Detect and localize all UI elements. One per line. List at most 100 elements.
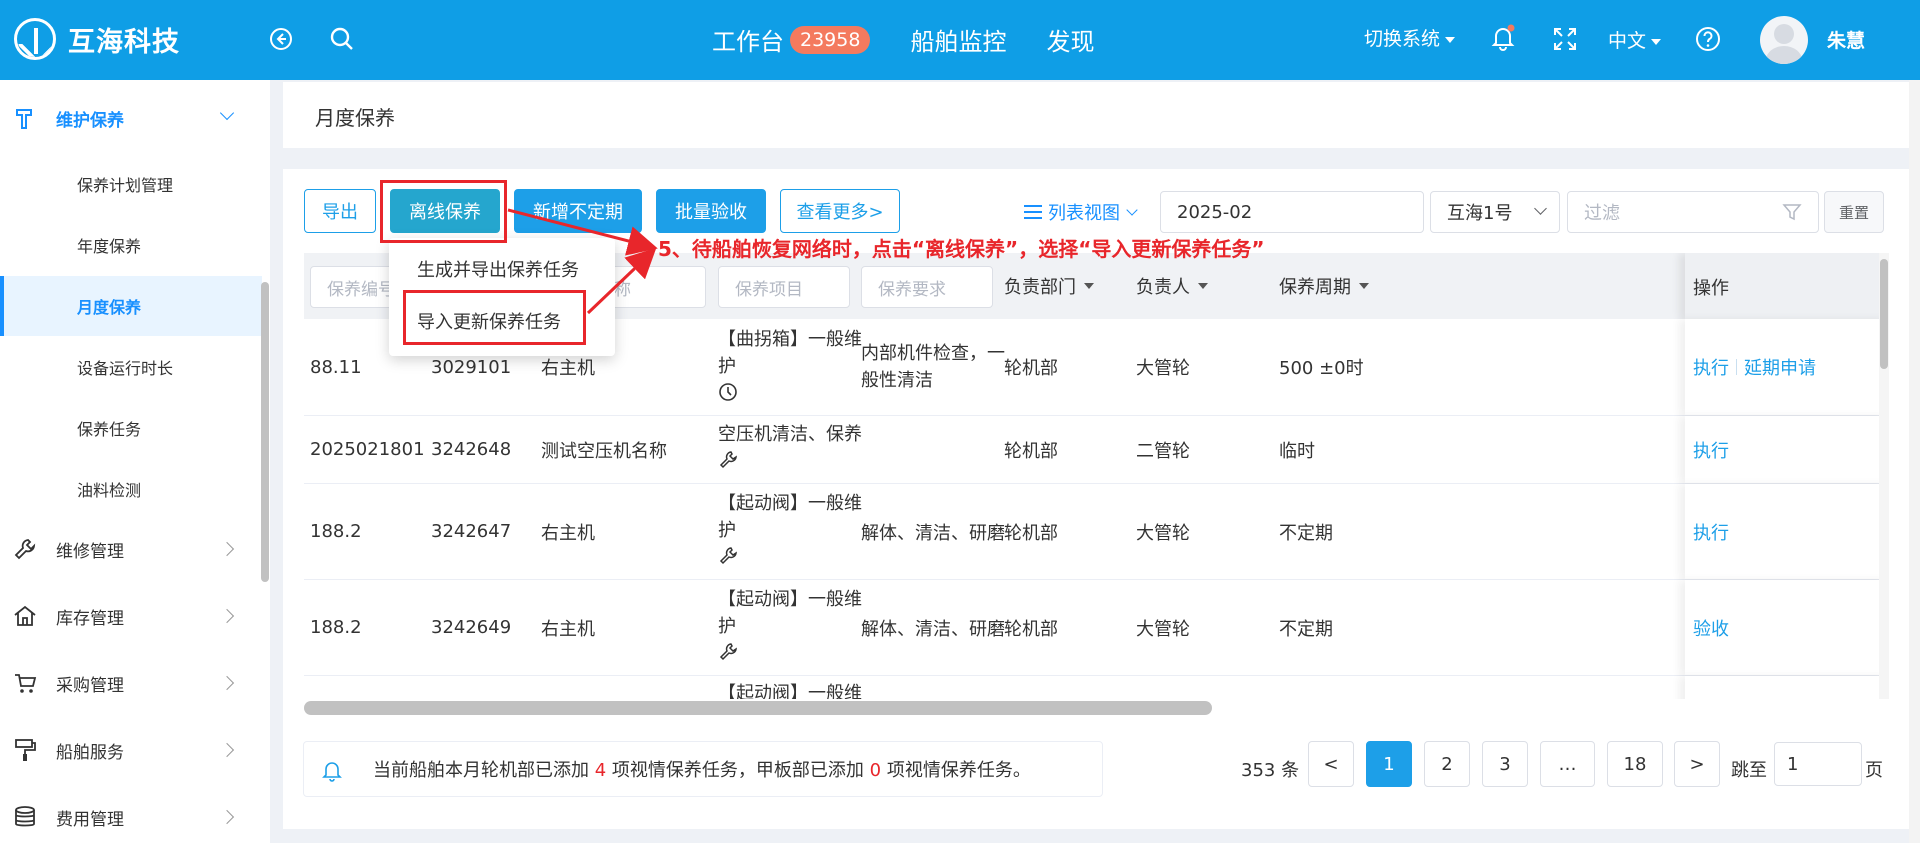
- language-label: 中文: [1608, 30, 1647, 52]
- prev-page-button[interactable]: <: [1308, 741, 1354, 787]
- fullscreen-icon[interactable]: [1550, 24, 1580, 54]
- owner-cell: 大管轮: [1136, 618, 1190, 640]
- dept-column-header[interactable]: 负责部门: [1004, 273, 1094, 299]
- chevron-right-icon: [219, 541, 235, 557]
- ship-select[interactable]: 互海1号: [1430, 191, 1560, 233]
- execute-link[interactable]: 执行: [1693, 519, 1729, 545]
- code-cell: 3242648: [431, 439, 512, 460]
- language-dropdown[interactable]: 中文: [1608, 26, 1662, 53]
- avatar[interactable]: [1760, 16, 1808, 64]
- page-button[interactable]: 18: [1607, 741, 1663, 787]
- page-ellipsis-button[interactable]: …: [1540, 741, 1595, 787]
- sidebar-group-maintenance[interactable]: 维护保养: [0, 84, 262, 152]
- workbench-badge: 23958: [790, 25, 871, 54]
- sidebar: 维护保养 保养计划管理 年度保养 月度保养 设备运行时长 保养任务 油料检测 维…: [0, 80, 270, 843]
- item-line: 【起动阀】一般维: [718, 589, 862, 610]
- help-icon[interactable]: [1693, 24, 1723, 54]
- chevron-right-icon: [219, 608, 235, 624]
- view-mode-dropdown[interactable]: 列表视图: [1024, 199, 1138, 225]
- cycle-cell: 500 ±0时: [1279, 358, 1364, 379]
- nav-ship-monitor[interactable]: 船舶监控: [910, 22, 1006, 57]
- scrollbar-thumb[interactable]: [304, 701, 1212, 715]
- paint-roller-icon: [15, 739, 36, 761]
- chevron-right-icon: [219, 675, 235, 691]
- sidebar-item-monthly[interactable]: 月度保养: [0, 276, 262, 336]
- sidebar-item-plan-management[interactable]: 保养计划管理: [0, 154, 262, 214]
- sidebar-item-run-hours[interactable]: 设备运行时长: [0, 337, 262, 397]
- accept-link[interactable]: 验收: [1693, 615, 1729, 641]
- operation-cell: 执行: [1685, 416, 1889, 483]
- extension-request-link[interactable]: 延期申请: [1744, 354, 1816, 380]
- logo[interactable]: 互海科技: [14, 18, 180, 60]
- nav-workbench[interactable]: 工作台 23958: [712, 22, 871, 57]
- page-button[interactable]: 2: [1424, 741, 1470, 787]
- table-row[interactable]: 188.2 3242647 右主机 【起动阀】一般维 护 解体、清洁、研磨 轮机…: [304, 484, 1889, 580]
- dept-cell: 轮机部: [1004, 440, 1058, 462]
- view-more-button[interactable]: 查看更多>: [780, 189, 900, 233]
- page-unit-label: 页: [1865, 760, 1883, 781]
- equipment-cell: 右主机: [541, 522, 595, 544]
- cycle-cell: 不定期: [1279, 618, 1333, 640]
- table-row[interactable]: 188.2 3242649 右主机 【起动阀】一般维 护 解体、清洁、研磨 轮机…: [304, 580, 1889, 676]
- top-bar: 互海科技 工作台 23958 船舶监控 发现 切换系统 中文 朱慧: [0, 0, 1920, 80]
- separator: [1736, 359, 1737, 375]
- execute-link[interactable]: 执行: [1693, 437, 1729, 463]
- month-picker[interactable]: 2025-02: [1160, 191, 1424, 233]
- sidebar-item-annual[interactable]: 年度保养: [0, 215, 262, 275]
- back-circle-icon[interactable]: [266, 24, 296, 54]
- filter-icon[interactable]: [1782, 202, 1802, 222]
- maintenance-requirement-filter[interactable]: 保养要求: [861, 266, 993, 308]
- cycle-cell: 临时: [1279, 440, 1315, 462]
- sort-down-icon: [1359, 283, 1369, 289]
- menu-item-generate-export[interactable]: 生成并导出保养任务: [389, 244, 615, 294]
- requirement-line: 般性清洁: [861, 370, 933, 391]
- sidebar-scrollbar[interactable]: [261, 282, 269, 582]
- table-vertical-scrollbar[interactable]: [1879, 253, 1889, 699]
- column-label: 负责人: [1136, 277, 1190, 298]
- filter-input[interactable]: 过滤: [1567, 191, 1819, 233]
- cycle-column-header[interactable]: 保养周期: [1279, 273, 1369, 299]
- export-button[interactable]: 导出: [304, 189, 376, 233]
- page-button[interactable]: 3: [1482, 741, 1528, 787]
- table-row[interactable]: 2025021801 3242648 测试空压机名称 空压机清洁、保养 轮机部 …: [304, 416, 1889, 484]
- requirement-cell: 解体、清洁、研磨: [861, 618, 1005, 640]
- sidebar-item-oil-test[interactable]: 油料检测: [0, 459, 262, 519]
- jump-label: 跳至: [1731, 760, 1767, 781]
- sidebar-item-tasks[interactable]: 保养任务: [0, 398, 262, 458]
- maintenance-item-filter[interactable]: 保养项目: [718, 266, 850, 308]
- bell-icon[interactable]: [1488, 22, 1518, 52]
- execute-link[interactable]: 执行: [1693, 354, 1729, 380]
- logo-text: 互海科技: [68, 26, 180, 58]
- equipment-cell: 测试空压机名称: [541, 440, 667, 462]
- sidebar-group-label: 库存管理: [56, 608, 124, 629]
- sidebar-group-purchase[interactable]: 采购管理: [0, 649, 262, 717]
- table-row[interactable]: 【起动阀】一般维: [304, 676, 1889, 699]
- page-scrollbar[interactable]: [1909, 80, 1920, 843]
- sidebar-group-label: 船舶服务: [56, 742, 124, 763]
- column-label: 保养周期: [1279, 277, 1351, 298]
- table-horizontal-scrollbar[interactable]: [304, 699, 1879, 715]
- switch-system-label: 切换系统: [1364, 28, 1441, 50]
- sidebar-group-inventory[interactable]: 库存管理: [0, 582, 262, 650]
- jump-page-input[interactable]: 1: [1774, 742, 1862, 786]
- nav-discover[interactable]: 发现: [1046, 22, 1094, 57]
- sidebar-item-label: 设备运行时长: [77, 359, 174, 378]
- sidebar-group-expense[interactable]: 费用管理: [0, 783, 262, 843]
- sidebar-item-label: 油料检测: [77, 481, 142, 500]
- dept-cell: 轮机部: [1004, 358, 1058, 379]
- reset-button[interactable]: 重置: [1824, 191, 1884, 233]
- next-page-button[interactable]: >: [1674, 741, 1720, 787]
- sidebar-group-repair[interactable]: 维修管理: [0, 515, 262, 583]
- add-irregular-button[interactable]: 新增不定期: [514, 189, 642, 233]
- batch-accept-button[interactable]: 批量验收: [656, 189, 766, 233]
- maintenance-no-cell: 88.11: [310, 356, 362, 378]
- clock-icon: [719, 383, 737, 401]
- maintenance-no-cell: 188.2: [310, 617, 362, 638]
- user-name[interactable]: 朱慧: [1827, 26, 1865, 53]
- sort-down-icon: [1198, 283, 1208, 289]
- page-button[interactable]: 1: [1366, 741, 1412, 787]
- sidebar-group-ship-service[interactable]: 船舶服务: [0, 716, 262, 784]
- switch-system-dropdown[interactable]: 切换系统: [1364, 24, 1456, 51]
- search-icon[interactable]: [327, 24, 357, 54]
- owner-column-header[interactable]: 负责人: [1136, 273, 1208, 299]
